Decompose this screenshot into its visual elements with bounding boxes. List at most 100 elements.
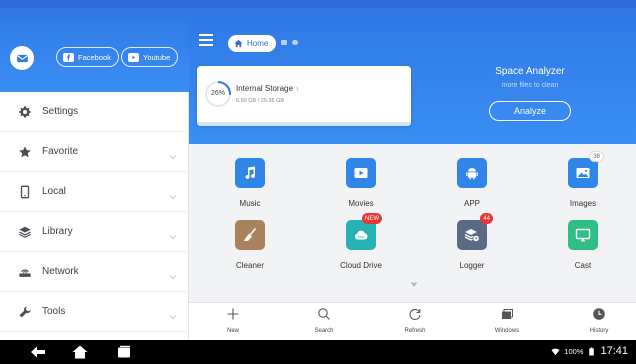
wrench-icon [18, 305, 32, 319]
sidebar-item-library[interactable]: Library [0, 212, 189, 252]
history-icon [593, 308, 605, 320]
space-analyzer-title: Space Analyzer [495, 66, 565, 77]
wifi-icon [551, 348, 560, 355]
status-strip [0, 0, 636, 8]
sidebar-item-favorite[interactable]: Favorite [0, 132, 189, 172]
storage-icon [281, 40, 287, 45]
chevron-down-icon [169, 148, 177, 159]
search-icon [318, 308, 330, 320]
breadcrumb-home[interactable]: Home [228, 35, 277, 52]
expand-more-icon[interactable] [410, 282, 418, 288]
youtube-icon [128, 52, 139, 62]
sidebar-item-tools[interactable]: Tools [0, 292, 189, 332]
chevron-down-icon [169, 188, 177, 199]
star-icon [18, 145, 32, 159]
music-note-icon [235, 158, 265, 188]
tile-label: Images [569, 199, 597, 208]
system-status: 100% 17:41 [551, 345, 628, 357]
battery-icon [589, 346, 595, 356]
windows-button[interactable]: Windows [472, 307, 542, 334]
chevron-right-icon: › [295, 84, 299, 93]
sidebar-item-label: Tools [42, 306, 66, 317]
sidebar-item-local[interactable]: Local [0, 172, 189, 212]
storage-card[interactable]: 26% Internal Storage › 6.50 GB / 25.36 GB [197, 66, 411, 126]
clock: 17:41 [600, 345, 628, 357]
facebook-label: Facebook [78, 52, 111, 62]
tile-images[interactable]: 38 Images [533, 151, 633, 208]
recent-apps-icon[interactable] [116, 345, 132, 359]
menu-icon[interactable] [199, 34, 213, 46]
images-count-badge: 38 [589, 151, 604, 162]
tile-label: Movies [348, 199, 374, 208]
tile-label: Cast [574, 261, 592, 270]
category-grid: Music Movies APP 38 Images Cleaner NEW C… [189, 144, 636, 294]
search-button[interactable]: Search [289, 307, 359, 334]
sidebar: Facebook Youtube Settings Favorite Local [0, 8, 189, 340]
cloud-small-icon [292, 40, 298, 45]
history-button[interactable]: History [564, 307, 634, 334]
refresh-icon [409, 308, 421, 320]
tile-movies[interactable]: Movies [311, 158, 411, 208]
home-nav-icon[interactable] [72, 345, 88, 359]
cast-icon [568, 220, 598, 250]
mail-button[interactable] [10, 46, 34, 70]
tile-app[interactable]: APP [422, 158, 522, 208]
back-icon[interactable] [30, 345, 46, 359]
logger-count-badge: 44 [480, 213, 493, 224]
android-icon [457, 158, 487, 188]
logger-icon: 44 [457, 213, 493, 250]
tile-label: Logger [459, 261, 485, 270]
sidebar-item-settings[interactable]: Settings [0, 92, 189, 132]
app-root: Facebook Youtube Settings Favorite Local [0, 0, 636, 364]
bottom-toolbar: New Search Refresh Windows History [189, 302, 636, 340]
sidebar-item-label: Local [42, 186, 66, 197]
sidebar-item-label: Favorite [42, 146, 79, 157]
refresh-button[interactable]: Refresh [380, 307, 450, 334]
breadcrumb-label: Home [247, 39, 269, 48]
gear-icon [18, 105, 32, 119]
new-button[interactable]: New [198, 307, 268, 334]
storage-percent: 26% [210, 90, 225, 97]
tile-cloud-drive[interactable]: NEW Cloud Drive [311, 213, 411, 270]
storage-card-footer [197, 122, 411, 126]
image-icon: 38 [568, 151, 604, 188]
facebook-button[interactable]: Facebook [56, 47, 119, 67]
tile-cleaner[interactable]: Cleaner [200, 220, 300, 270]
tile-cast[interactable]: Cast [533, 220, 633, 270]
tile-label: Music [239, 199, 261, 208]
chevron-down-icon [169, 308, 177, 319]
youtube-button[interactable]: Youtube [121, 47, 179, 67]
broom-icon [235, 220, 265, 250]
battery-percent: 100% [564, 346, 584, 356]
plus-icon [227, 308, 239, 320]
mail-icon [16, 54, 28, 62]
chevron-down-icon [169, 228, 177, 239]
sidebar-item-label: Network [42, 266, 79, 277]
tile-label: APP [463, 199, 480, 208]
sidebar-item-label: Settings [42, 106, 79, 117]
stack-icon [18, 225, 32, 239]
breadcrumb-extra[interactable] [281, 40, 298, 45]
tile-label: Cleaner [235, 261, 264, 270]
router-icon [18, 265, 32, 279]
toolbar-label: New [226, 328, 239, 334]
facebook-icon [63, 52, 74, 62]
home-icon [234, 39, 243, 48]
sidebar-header: Facebook Youtube [0, 8, 189, 92]
toolbar-label: Windows [494, 328, 520, 334]
toolbar-label: Search [314, 328, 334, 334]
storage-title-text: Internal Storage [236, 84, 293, 93]
storage-title: Internal Storage › [236, 84, 299, 93]
play-icon [346, 158, 376, 188]
sidebar-list: Settings Favorite Local Library Network [0, 92, 189, 332]
chevron-down-icon [169, 268, 177, 279]
new-badge: NEW [362, 213, 382, 224]
storage-size: 6.50 GB / 25.36 GB [236, 98, 285, 104]
analyze-button[interactable]: Analyze [489, 101, 571, 121]
tile-label: Cloud Drive [340, 261, 382, 270]
youtube-label: Youtube [143, 52, 171, 62]
tile-music[interactable]: Music [200, 158, 300, 208]
sidebar-item-network[interactable]: Network [0, 252, 189, 292]
system-nav-bar: 100% 17:41 [0, 340, 636, 364]
tile-logger[interactable]: 44 Logger [422, 213, 522, 270]
